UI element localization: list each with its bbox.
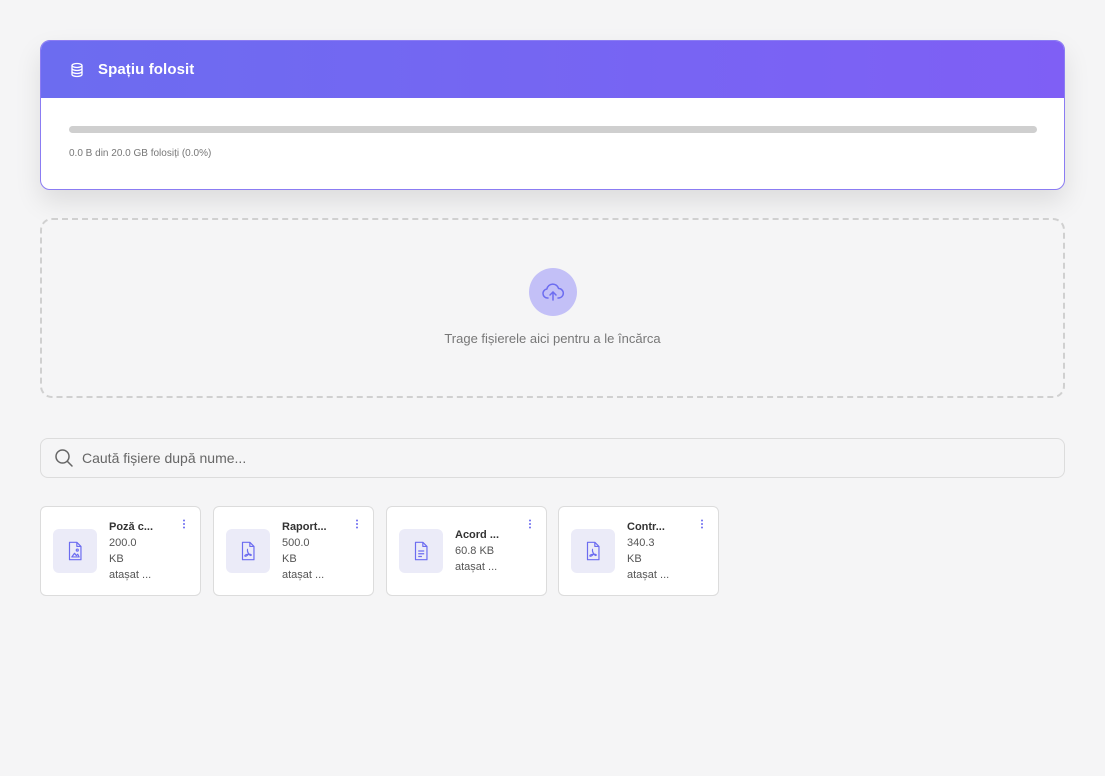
file-card[interactable]: Raport... 500.0 KB atașat ...	[213, 506, 374, 596]
database-icon	[69, 62, 85, 78]
storage-title: Spațiu folosit	[98, 61, 195, 78]
file-info: Poză c... 200.0 KB atașat ...	[109, 519, 161, 583]
file-size: 60.8 KB	[455, 545, 495, 557]
file-options-button[interactable]	[696, 517, 708, 531]
file-info: Contr... 340.3 KB atașat ...	[627, 519, 679, 583]
file-info: Raport... 500.0 KB atașat ...	[282, 519, 334, 583]
file-name: Poză c...	[109, 521, 154, 533]
file-thumbnail	[571, 529, 615, 573]
search-input[interactable]	[82, 450, 1064, 466]
file-thumbnail	[399, 529, 443, 573]
cloud-upload-icon	[542, 283, 564, 301]
file-options-button[interactable]	[524, 517, 536, 531]
file-size: 500.0 KB	[282, 537, 310, 565]
storage-usage-text: 0.0 B din 20.0 GB folosiți (0.0%)	[69, 148, 212, 159]
storage-header: Spațiu folosit	[41, 41, 1064, 98]
search-box[interactable]	[40, 438, 1065, 478]
file-thumbnail	[53, 529, 97, 573]
file-info: Acord ... 60.8 KB atașat ...	[455, 527, 507, 575]
dropzone-text: Trage fișierele aici pentru a le încărca	[444, 331, 661, 346]
more-vertical-icon	[701, 519, 703, 529]
more-vertical-icon	[529, 519, 531, 529]
text-file-icon	[414, 541, 428, 561]
storage-card: Spațiu folosit 0.0 B din 20.0 GB folosiț…	[40, 40, 1065, 190]
file-meta: atașat ...	[109, 569, 152, 581]
file-size: 340.3 KB	[627, 537, 655, 565]
storage-progress-bar	[69, 126, 1037, 133]
file-card[interactable]: Acord ... 60.8 KB atașat ...	[386, 506, 547, 596]
search-icon	[54, 448, 74, 468]
file-meta: atașat ...	[455, 561, 498, 573]
pdf-file-icon	[241, 541, 255, 561]
file-name: Contr...	[627, 521, 665, 533]
file-options-button[interactable]	[178, 517, 190, 531]
image-file-icon	[68, 541, 82, 561]
upload-dropzone[interactable]: Trage fișierele aici pentru a le încărca	[40, 218, 1065, 398]
file-options-button[interactable]	[351, 517, 363, 531]
file-size: 200.0 KB	[109, 537, 137, 565]
file-meta: atașat ...	[627, 569, 670, 581]
file-name: Acord ...	[455, 529, 500, 541]
file-card[interactable]: Contr... 340.3 KB atașat ...	[558, 506, 719, 596]
file-name: Raport...	[282, 521, 327, 533]
upload-button[interactable]	[529, 268, 577, 316]
file-card[interactable]: Poză c... 200.0 KB atașat ...	[40, 506, 201, 596]
file-meta: atașat ...	[282, 569, 325, 581]
pdf-file-icon	[586, 541, 600, 561]
more-vertical-icon	[356, 519, 358, 529]
more-vertical-icon	[183, 519, 185, 529]
file-thumbnail	[226, 529, 270, 573]
